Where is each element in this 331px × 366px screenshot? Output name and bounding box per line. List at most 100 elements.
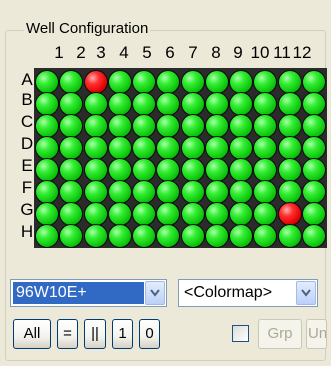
- select-all-button[interactable]: All: [13, 319, 51, 349]
- well-g9[interactable]: [229, 202, 254, 226]
- well-b11[interactable]: [277, 92, 302, 116]
- well-a10[interactable]: [253, 70, 278, 94]
- parallel-button[interactable]: ||: [84, 319, 106, 349]
- well-b1[interactable]: [35, 92, 59, 116]
- well-b2[interactable]: [59, 92, 84, 116]
- well-d7[interactable]: [180, 136, 205, 160]
- well-a5[interactable]: [132, 70, 157, 94]
- well-e10[interactable]: [253, 158, 278, 182]
- well-h10[interactable]: [253, 224, 278, 248]
- well-g4[interactable]: [107, 202, 132, 226]
- group-checkbox[interactable]: [232, 325, 249, 342]
- well-f6[interactable]: [156, 180, 181, 204]
- well-b8[interactable]: [204, 92, 229, 116]
- well-h6[interactable]: [156, 224, 181, 248]
- well-g3[interactable]: [83, 202, 108, 226]
- well-c2[interactable]: [59, 114, 84, 138]
- well-a6[interactable]: [156, 70, 181, 94]
- well-a9[interactable]: [229, 70, 254, 94]
- well-d8[interactable]: [204, 136, 229, 160]
- well-a12[interactable]: [302, 70, 326, 94]
- ungroup-button[interactable]: Un-Grp: [306, 319, 327, 349]
- well-h11[interactable]: [277, 224, 302, 248]
- well-d5[interactable]: [132, 136, 157, 160]
- well-g1[interactable]: [35, 202, 59, 226]
- well-f12[interactable]: [302, 180, 326, 204]
- well-a7[interactable]: [180, 70, 205, 94]
- equals-button[interactable]: =: [57, 319, 78, 349]
- well-g5[interactable]: [132, 202, 157, 226]
- well-g11[interactable]: [277, 202, 302, 226]
- well-g12[interactable]: [302, 202, 326, 226]
- well-h12[interactable]: [302, 224, 326, 248]
- well-a11[interactable]: [277, 70, 302, 94]
- well-h7[interactable]: [180, 224, 205, 248]
- well-c8[interactable]: [204, 114, 229, 138]
- well-f8[interactable]: [204, 180, 229, 204]
- well-e1[interactable]: [35, 158, 59, 182]
- well-d10[interactable]: [253, 136, 278, 160]
- well-c3[interactable]: [83, 114, 108, 138]
- well-b4[interactable]: [107, 92, 132, 116]
- well-b9[interactable]: [229, 92, 254, 116]
- well-e3[interactable]: [83, 158, 108, 182]
- well-h1[interactable]: [35, 224, 59, 248]
- well-c12[interactable]: [302, 114, 326, 138]
- well-e9[interactable]: [229, 158, 254, 182]
- well-d2[interactable]: [59, 136, 84, 160]
- well-f7[interactable]: [180, 180, 205, 204]
- one-button[interactable]: 1: [112, 319, 133, 349]
- well-e6[interactable]: [156, 158, 181, 182]
- well-e2[interactable]: [59, 158, 84, 182]
- colormap-combo[interactable]: <Colormap>: [178, 279, 318, 307]
- well-d11[interactable]: [277, 136, 302, 160]
- well-b6[interactable]: [156, 92, 181, 116]
- well-d9[interactable]: [229, 136, 254, 160]
- well-a4[interactable]: [107, 70, 132, 94]
- well-d12[interactable]: [302, 136, 326, 160]
- well-c10[interactable]: [253, 114, 278, 138]
- well-c4[interactable]: [107, 114, 132, 138]
- well-e11[interactable]: [277, 158, 302, 182]
- well-f11[interactable]: [277, 180, 302, 204]
- well-h2[interactable]: [59, 224, 84, 248]
- well-c9[interactable]: [229, 114, 254, 138]
- well-a3[interactable]: [83, 70, 108, 94]
- well-a1[interactable]: [35, 70, 59, 94]
- colormap-dropdown-button[interactable]: [296, 281, 316, 305]
- well-d3[interactable]: [83, 136, 108, 160]
- well-f4[interactable]: [107, 180, 132, 204]
- well-e7[interactable]: [180, 158, 205, 182]
- well-b10[interactable]: [253, 92, 278, 116]
- well-e12[interactable]: [302, 158, 326, 182]
- well-c1[interactable]: [35, 114, 59, 138]
- well-f1[interactable]: [35, 180, 59, 204]
- well-g2[interactable]: [59, 202, 84, 226]
- plate-type-combo[interactable]: 96W10E+: [10, 279, 167, 307]
- well-h4[interactable]: [107, 224, 132, 248]
- well-h5[interactable]: [132, 224, 157, 248]
- well-e5[interactable]: [132, 158, 157, 182]
- well-b5[interactable]: [132, 92, 157, 116]
- well-h8[interactable]: [204, 224, 229, 248]
- group-button[interactable]: Grp: [258, 319, 302, 349]
- well-g7[interactable]: [180, 202, 205, 226]
- well-h9[interactable]: [229, 224, 254, 248]
- well-b3[interactable]: [83, 92, 108, 116]
- well-e4[interactable]: [107, 158, 132, 182]
- well-d6[interactable]: [156, 136, 181, 160]
- well-f3[interactable]: [83, 180, 108, 204]
- well-c11[interactable]: [277, 114, 302, 138]
- well-f9[interactable]: [229, 180, 254, 204]
- well-c6[interactable]: [156, 114, 181, 138]
- well-a2[interactable]: [59, 70, 84, 94]
- well-d1[interactable]: [35, 136, 59, 160]
- well-c5[interactable]: [132, 114, 157, 138]
- plate-type-dropdown-button[interactable]: [145, 281, 165, 305]
- well-b12[interactable]: [302, 92, 326, 116]
- well-g10[interactable]: [253, 202, 278, 226]
- well-f10[interactable]: [253, 180, 278, 204]
- well-g6[interactable]: [156, 202, 181, 226]
- well-a8[interactable]: [204, 70, 229, 94]
- well-f2[interactable]: [59, 180, 84, 204]
